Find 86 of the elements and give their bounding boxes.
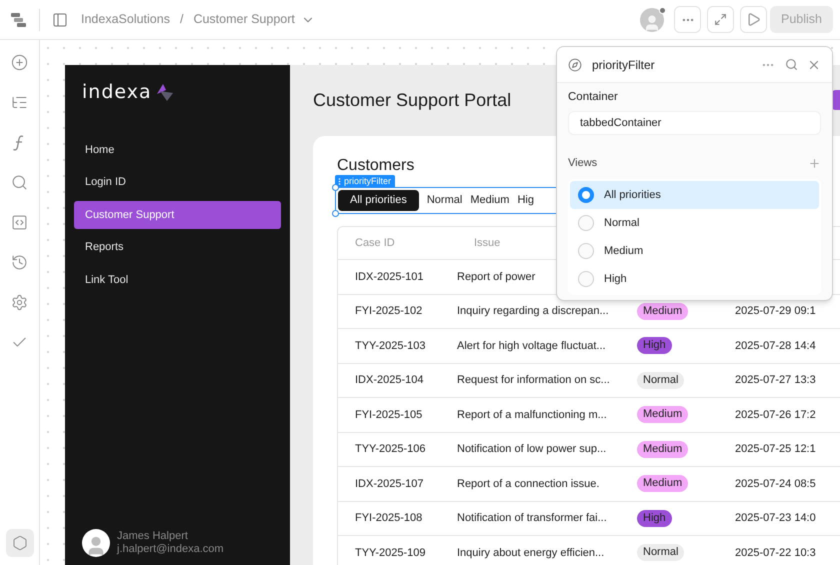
radio-icon [578, 270, 594, 287]
table-cell-text: TYY-2025-106 [355, 442, 426, 457]
table-cell-text: 2025-07-23 14:0 [735, 511, 816, 526]
priority-tag: Medium [637, 475, 688, 492]
code-square-icon[interactable] [11, 214, 28, 231]
user-name: James Halpert [117, 530, 189, 543]
table-cell-text: Notification of transformer fai... [457, 511, 607, 526]
table-cell-text: 2025-07-26 17:2 [735, 408, 816, 422]
priority-tag: High [637, 510, 672, 527]
table-cell-text: 2025-07-22 10:3 [735, 546, 816, 560]
priority-tag: Normal [637, 372, 684, 389]
field-label: Container [568, 90, 618, 105]
nav-item[interactable]: Home [74, 136, 281, 164]
table-cell-text: 2025-07-25 12:1 [735, 442, 816, 457]
table-cell-text: Report of power [457, 270, 536, 284]
panel-title: priorityFilter [592, 56, 655, 74]
filter-tab[interactable]: Medium [466, 190, 514, 211]
layers-logo-icon[interactable] [10, 11, 27, 28]
card-title: Customers [337, 157, 414, 175]
avatar[interactable] [640, 8, 664, 32]
sidebar-toggle-icon[interactable] [52, 12, 68, 28]
page-title: Customer Support Portal [313, 88, 512, 112]
tree-icon[interactable] [11, 94, 28, 111]
priority-tag: High [637, 337, 672, 354]
radio-icon [578, 242, 594, 259]
view-option[interactable]: High [570, 264, 819, 293]
table-cell-text: IDX-2025-104 [355, 373, 424, 388]
settings-icon[interactable] [11, 294, 28, 311]
search-icon[interactable] [785, 58, 798, 71]
user-email: j.halpert@indexa.com [117, 543, 224, 556]
table-cell-text: 2025-07-28 14:4 [735, 338, 816, 354]
logo-text: indexa [82, 82, 152, 102]
radio-icon [578, 186, 594, 203]
table-cell-text: IDX-2025-107 [355, 476, 424, 492]
nav-item[interactable]: Link Tool [74, 266, 281, 294]
table-cell-text: Inquiry about energy efficien... [457, 546, 604, 560]
priority-tag: Medium [637, 302, 688, 320]
component-label: priorityFilter [335, 175, 396, 187]
priority-tag: Medium [637, 440, 688, 458]
table-cell-text: 2025-07-29 09:1 [735, 304, 816, 319]
table-cell-text: Notification of low power sup... [457, 442, 606, 457]
table-cell-text: Request for information on sc... [457, 373, 610, 388]
table-cell-text: TYY-2025-103 [355, 338, 426, 354]
add-icon[interactable] [808, 157, 821, 170]
play-icon [746, 12, 761, 27]
radio-icon [578, 214, 594, 231]
resize-handle[interactable] [332, 184, 339, 191]
preview-button[interactable] [740, 6, 767, 33]
history-icon[interactable] [11, 254, 28, 271]
add-icon[interactable] [11, 54, 28, 71]
page-dropdown[interactable]: Customer Support [193, 10, 315, 29]
table-cell-text: IDX-2025-101 [355, 270, 424, 284]
table-cell-text: FYI-2025-105 [355, 408, 422, 422]
compass-icon [568, 58, 582, 72]
section-label: Views [568, 156, 598, 172]
breadcrumb-link[interactable]: IndexaSolutions [81, 10, 170, 29]
table-cell-text: 2025-07-27 13:3 [735, 373, 816, 388]
drag-handle-icon[interactable] [338, 178, 341, 184]
search-icon[interactable] [11, 174, 28, 191]
hexagon-icon [12, 535, 28, 551]
expand-icon [714, 13, 727, 26]
user-avatar [82, 529, 110, 557]
table-cell-text: Inquiry regarding a discrepan... [457, 304, 609, 319]
table-cell-text: Report of a malfunctioning m... [457, 408, 607, 422]
table-cell-text: FYI-2025-108 [355, 511, 422, 526]
table-cell-text: Report of a connection issue. [457, 476, 600, 492]
filter-tab[interactable]: Normal [422, 190, 466, 211]
container-field[interactable]: tabbedContainer [568, 111, 821, 136]
nav-item[interactable]: Customer Support [74, 201, 281, 229]
breadcrumb-separator: / [180, 11, 184, 28]
nav-item[interactable]: Login ID [74, 168, 281, 196]
priority-tag: Medium [637, 406, 688, 424]
nav-item[interactable]: Reports [74, 234, 281, 262]
priority-tag: Normal [637, 544, 684, 562]
view-option[interactable]: Medium [570, 236, 819, 265]
table-cell-text: FYI-2025-102 [355, 304, 422, 319]
view-option[interactable]: Normal [570, 208, 819, 237]
resize-handle[interactable] [332, 210, 339, 217]
fullscreen-button[interactable] [707, 6, 734, 33]
components-button[interactable] [6, 529, 34, 557]
table-cell-text: TYY-2025-109 [355, 546, 426, 560]
view-option[interactable]: All priorities [570, 180, 819, 209]
filter-tab[interactable]: All priorities [338, 190, 419, 211]
filter-tab[interactable]: Hig [513, 190, 538, 211]
table-cell-text: 2025-07-24 08:5 [735, 476, 816, 492]
table-cell-text: Alert for high voltage fluctuat... [457, 338, 606, 354]
